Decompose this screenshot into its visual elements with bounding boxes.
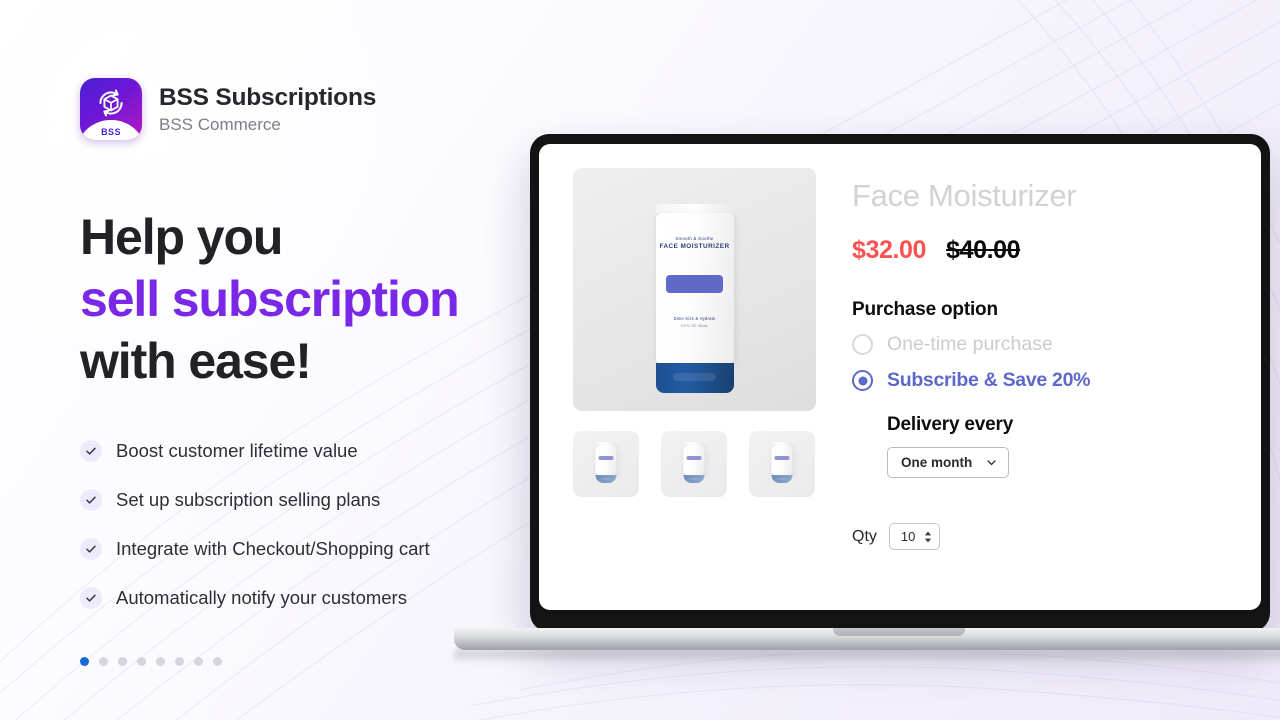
quantity-stepper[interactable]: 10: [888, 523, 941, 550]
laptop-mockup: Smooth & Soothe FACE MOISTURIZER Dime Si…: [454, 134, 1280, 664]
feature-label: Integrate with Checkout/Shopping cart: [116, 538, 430, 559]
product-page: Smooth & Soothe FACE MOISTURIZER Dime Si…: [539, 144, 1261, 550]
list-item: Set up subscription selling plans: [80, 489, 550, 511]
tube-illustration: Smooth & Soothe FACE MOISTURIZER Dime Si…: [655, 204, 734, 393]
cube-refresh-icon: [80, 86, 142, 120]
laptop-shadow: [454, 650, 1280, 664]
logo-badge-text: BSS: [101, 127, 121, 137]
quantity-section: Qty 10: [852, 523, 1233, 550]
carousel-dot-6[interactable]: [175, 657, 184, 666]
radio-unselected-icon[interactable]: [852, 334, 873, 355]
product-thumbnail-1[interactable]: [573, 431, 639, 497]
carousel-dot-3[interactable]: [118, 657, 127, 666]
check-icon: [80, 587, 102, 609]
tube-text-line-4: 2.0 FL OZ / 60 mL: [680, 324, 709, 328]
check-icon: [80, 538, 102, 560]
check-icon: [80, 440, 102, 462]
list-item: Boost customer lifetime value: [80, 440, 550, 462]
option-subscribe-save[interactable]: Subscribe & Save 20%: [852, 369, 1233, 392]
tube-text-line-1: Smooth & Soothe: [675, 236, 714, 241]
delivery-interval-value: One month: [901, 455, 973, 470]
compare-at-price: $40.00: [946, 236, 1021, 264]
chevron-down-icon: [986, 457, 997, 468]
tube-text-line-3: Dime Size & Hydrate: [673, 316, 716, 321]
quantity-label: Qty: [852, 527, 877, 545]
laptop-base: [454, 628, 1280, 650]
product-title: Face Moisturizer: [852, 178, 1077, 213]
carousel-dot-7[interactable]: [194, 657, 203, 666]
radio-selected-icon[interactable]: [852, 370, 873, 391]
app-developer: BSS Commerce: [159, 114, 281, 134]
check-icon: [80, 489, 102, 511]
quantity-stepper-arrows[interactable]: [924, 531, 932, 543]
laptop-bezel: Smooth & Soothe FACE MOISTURIZER Dime Si…: [530, 134, 1270, 632]
headline-line-3: with ease!: [80, 333, 312, 389]
carousel-dot-5[interactable]: [156, 657, 165, 666]
carousel-dot-4[interactable]: [137, 657, 146, 666]
list-item: Integrate with Checkout/Shopping cart: [80, 538, 550, 560]
option-label: Subscribe & Save 20%: [887, 369, 1091, 391]
quantity-value[interactable]: 10: [901, 529, 915, 544]
product-info: Face Moisturizer $32.00 $40.00 Purchase …: [852, 168, 1233, 550]
laptop-screen: Smooth & Soothe FACE MOISTURIZER Dime Si…: [539, 144, 1261, 610]
feature-label: Set up subscription selling plans: [116, 489, 381, 510]
carousel-dot-2[interactable]: [99, 657, 108, 666]
product-thumbnail-3[interactable]: [749, 431, 815, 497]
headline-line-1: Help you: [80, 209, 283, 265]
purchase-option-heading: Purchase option: [852, 299, 998, 320]
carousel-dot-8[interactable]: [213, 657, 222, 666]
list-item: Automatically notify your customers: [80, 587, 550, 609]
caret-up-icon[interactable]: [924, 531, 932, 536]
headline-line-2: sell subscription: [80, 271, 460, 327]
option-one-time-purchase[interactable]: One-time purchase: [852, 333, 1233, 356]
option-label: One-time purchase: [887, 333, 1053, 355]
sale-price: $32.00: [852, 236, 927, 264]
product-gallery: Smooth & Soothe FACE MOISTURIZER Dime Si…: [573, 168, 816, 550]
purchase-option-group: One-time purchase Subscribe & Save 20%: [852, 333, 1233, 392]
app-title: BSS Subscriptions: [159, 83, 377, 111]
caret-down-icon[interactable]: [924, 538, 932, 543]
product-hero-image[interactable]: Smooth & Soothe FACE MOISTURIZER Dime Si…: [573, 168, 816, 411]
carousel-pagination[interactable]: [80, 657, 550, 666]
app-logo: BSS: [80, 78, 142, 140]
feature-label: Automatically notify your customers: [116, 587, 407, 608]
marketing-panel: BSS BSS Subscriptions BSS Commerce Help …: [80, 78, 550, 666]
product-thumbnails: [573, 431, 816, 497]
feature-list: Boost customer lifetime value Set up sub…: [80, 440, 550, 609]
tube-text-line-2: FACE MOISTURIZER: [659, 243, 730, 250]
product-price-row: $32.00 $40.00: [852, 236, 1233, 265]
delivery-frequency-section: Delivery every One month: [852, 414, 1233, 478]
brand-header: BSS BSS Subscriptions BSS Commerce: [80, 78, 550, 140]
carousel-dot-1[interactable]: [80, 657, 89, 666]
delivery-heading: Delivery every: [887, 414, 1014, 435]
delivery-interval-select[interactable]: One month: [887, 447, 1010, 478]
product-thumbnail-2[interactable]: [661, 431, 727, 497]
page-title: Help you sell subscription with ease!: [80, 206, 550, 392]
feature-label: Boost customer lifetime value: [116, 440, 358, 461]
